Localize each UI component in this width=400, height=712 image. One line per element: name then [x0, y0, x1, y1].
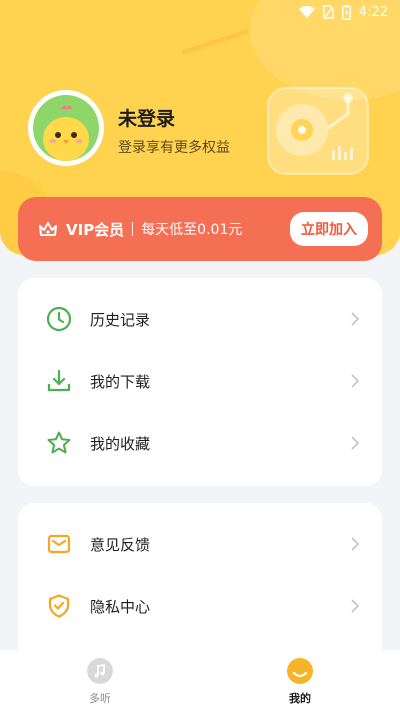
mail-icon — [47, 534, 71, 554]
vip-divider — [132, 222, 134, 236]
tab-duoting[interactable]: 多听 — [0, 650, 200, 712]
avatar[interactable] — [28, 90, 104, 166]
star-icon — [47, 431, 71, 454]
download-icon — [47, 369, 71, 392]
vip-label: VIP会员 — [66, 220, 125, 239]
tab-label: 我的 — [289, 692, 311, 705]
chevron-right-icon — [351, 374, 360, 388]
chevron-right-icon — [351, 436, 360, 450]
no-sim-icon — [323, 5, 334, 19]
menu-item-downloads[interactable]: 我的下载 — [18, 350, 382, 412]
menu-label: 隐私中心 — [90, 597, 151, 616]
menu-card-secondary: 意见反馈 隐私中心 — [18, 503, 382, 663]
clock-icon — [46, 306, 72, 332]
tab-label: 多听 — [89, 692, 111, 705]
header-decoration — [181, 29, 249, 55]
menu-label: 我的收藏 — [90, 434, 151, 453]
menu-label: 意见反馈 — [90, 535, 151, 554]
menu-label: 历史记录 — [90, 310, 151, 329]
user-name[interactable]: 未登录 — [118, 104, 175, 131]
menu-label: 我的下载 — [90, 372, 151, 391]
menu-card-primary: 历史记录 我的下载 我的收藏 — [18, 278, 382, 486]
crown-icon — [39, 222, 57, 236]
music-note-icon — [87, 658, 113, 684]
profile-icon — [287, 658, 313, 684]
menu-item-privacy[interactable]: 隐私中心 — [18, 575, 382, 637]
tab-mine[interactable]: 我的 — [200, 650, 400, 712]
chevron-right-icon — [351, 537, 360, 551]
menu-item-favorites[interactable]: 我的收藏 — [18, 412, 382, 474]
bottom-nav: 多听 我的 — [0, 650, 400, 712]
battery-icon — [341, 4, 351, 20]
status-time: 4:22 — [358, 4, 388, 20]
login-hint[interactable]: 登录享有更多权益 — [118, 137, 230, 157]
join-vip-button[interactable]: 立即加入 — [290, 212, 368, 246]
menu-item-feedback[interactable]: 意见反馈 — [18, 513, 382, 575]
wifi-icon — [298, 6, 315, 18]
chevron-right-icon — [351, 599, 360, 613]
record-player-icon — [267, 87, 369, 175]
menu-item-history[interactable]: 历史记录 — [18, 288, 382, 350]
vip-banner[interactable]: VIP会员 每天低至0.01元 立即加入 — [18, 197, 382, 261]
chevron-right-icon — [351, 312, 360, 326]
shield-icon — [48, 594, 70, 618]
status-bar: 4:22 — [298, 4, 388, 20]
chick-avatar-icon — [43, 105, 89, 161]
vip-description: 每天低至0.01元 — [141, 222, 243, 238]
